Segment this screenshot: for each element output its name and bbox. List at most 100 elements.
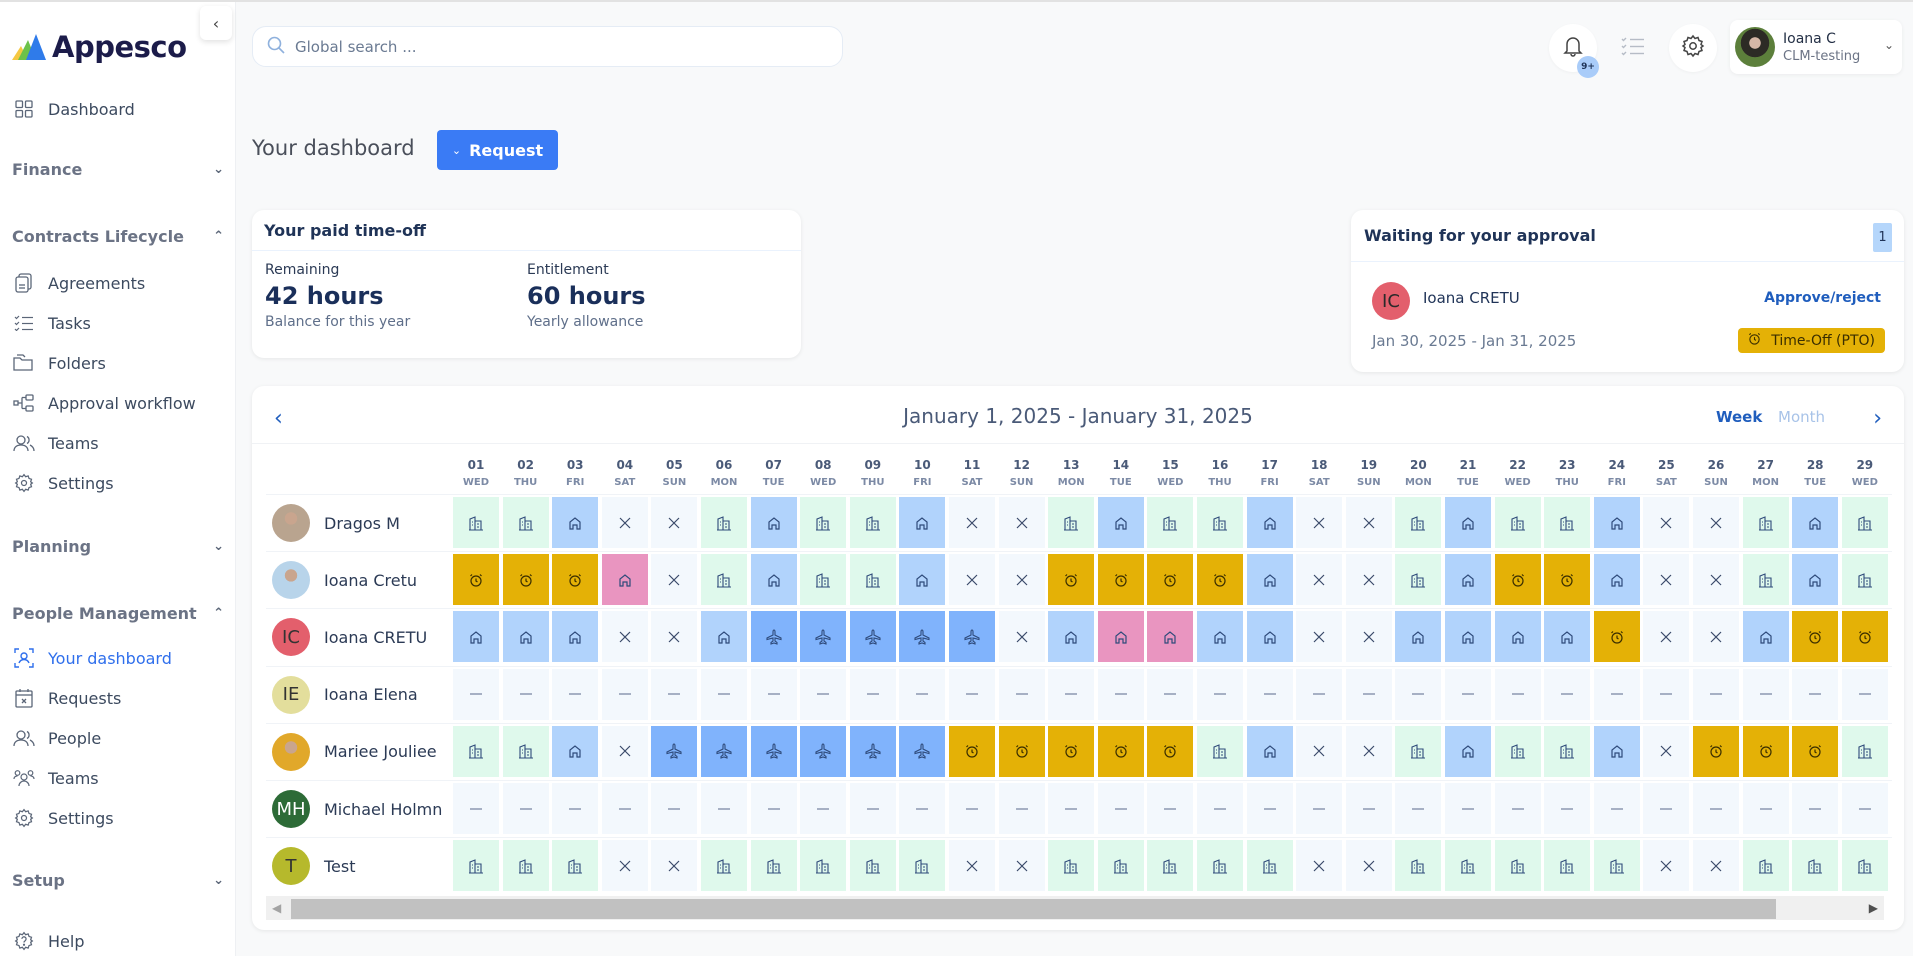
day-cell-none[interactable] — [1246, 783, 1293, 834]
day-cell-home[interactable] — [1395, 611, 1442, 663]
day-cell-office[interactable] — [701, 554, 747, 606]
day-cell-office[interactable] — [701, 497, 747, 548]
day-cell-none[interactable] — [1395, 668, 1442, 720]
day-cell-home[interactable] — [552, 611, 599, 663]
day-cell-office[interactable] — [1395, 497, 1442, 548]
day-cell-weekend[interactable] — [1345, 554, 1392, 606]
day-cell-office[interactable] — [1841, 554, 1888, 606]
day-cell-none[interactable] — [1792, 668, 1839, 720]
day-cell-none[interactable] — [502, 668, 549, 720]
day-cell-none[interactable] — [949, 668, 995, 720]
day-cell-none[interactable] — [1048, 668, 1095, 720]
day-cell-none[interactable] — [1197, 783, 1243, 834]
day-cell-pto[interactable] — [1048, 554, 1095, 606]
sidebar-item-settings-pm[interactable]: Settings — [12, 805, 114, 831]
day-cell-none[interactable] — [1643, 668, 1690, 720]
sidebar-item-teams[interactable]: Teams — [12, 430, 99, 456]
day-cell-weekend[interactable] — [949, 554, 995, 606]
day-cell-none[interactable] — [1345, 783, 1392, 834]
sidebar-item-your-dashboard[interactable]: Your dashboard — [12, 645, 172, 671]
day-cell-home[interactable] — [701, 611, 747, 663]
day-cell-office[interactable] — [1197, 725, 1243, 777]
day-cell-none[interactable] — [750, 668, 797, 720]
day-cell-pto[interactable] — [502, 554, 549, 606]
day-cell-travel[interactable] — [899, 725, 946, 777]
day-cell-weekend[interactable] — [949, 497, 995, 548]
day-cell-pto[interactable] — [1494, 554, 1541, 606]
day-cell-office[interactable] — [552, 840, 599, 892]
day-cell-office[interactable] — [800, 554, 847, 606]
day-cell-none[interactable] — [1693, 783, 1739, 834]
day-cell-home[interactable] — [1593, 725, 1640, 777]
day-cell-pto[interactable] — [949, 725, 995, 777]
next-period-button[interactable]: › — [1873, 406, 1882, 431]
day-cell-home[interactable] — [552, 497, 599, 548]
day-cell-pto[interactable] — [998, 725, 1045, 777]
day-cell-none[interactable] — [750, 783, 797, 834]
day-cell-none[interactable] — [651, 783, 698, 834]
day-cell-office[interactable] — [502, 725, 549, 777]
day-cell-office[interactable] — [1494, 497, 1541, 548]
day-cell-none[interactable] — [1693, 668, 1739, 720]
day-cell-office[interactable] — [1544, 497, 1591, 548]
person-row-header[interactable]: Mariee Jouliee — [272, 726, 437, 778]
day-cell-office[interactable] — [502, 840, 549, 892]
day-cell-none[interactable] — [1742, 783, 1789, 834]
day-cell-office[interactable] — [1097, 840, 1144, 892]
day-cell-none[interactable] — [1197, 668, 1243, 720]
day-cell-home[interactable] — [1246, 611, 1293, 663]
settings-button[interactable] — [1669, 24, 1717, 72]
day-cell-none[interactable] — [1246, 668, 1293, 720]
day-cell-office[interactable] — [849, 497, 896, 548]
day-cell-home[interactable] — [1593, 554, 1640, 606]
day-cell-office[interactable] — [1048, 840, 1095, 892]
day-cell-weekend[interactable] — [601, 725, 648, 777]
day-cell-weekend[interactable] — [1643, 497, 1690, 548]
day-cell-weekend[interactable] — [651, 497, 698, 548]
day-cell-none[interactable] — [1544, 783, 1591, 834]
day-cell-office[interactable] — [800, 840, 847, 892]
sidebar-section-setup[interactable]: Setup ⌄ — [12, 871, 224, 890]
day-cell-weekend[interactable] — [601, 611, 648, 663]
day-cell-weekend[interactable] — [1296, 611, 1343, 663]
day-cell-office[interactable] — [1395, 554, 1442, 606]
day-cell-none[interactable] — [1643, 783, 1690, 834]
day-cell-none[interactable] — [651, 668, 698, 720]
day-cell-home[interactable] — [1445, 554, 1491, 606]
day-cell-travel[interactable] — [750, 725, 797, 777]
day-cell-office[interactable] — [1792, 840, 1839, 892]
day-cell-office[interactable] — [1742, 554, 1789, 606]
day-cell-pto[interactable] — [1792, 611, 1839, 663]
sidebar-item-teams-pm[interactable]: Teams — [12, 765, 99, 791]
day-cell-weekend[interactable] — [1693, 497, 1739, 548]
day-cell-none[interactable] — [899, 668, 946, 720]
day-cell-none[interactable] — [1097, 783, 1144, 834]
day-cell-weekend[interactable] — [1643, 840, 1690, 892]
day-cell-weekend[interactable] — [1693, 554, 1739, 606]
day-cell-home[interactable] — [1445, 725, 1491, 777]
day-cell-none[interactable] — [701, 668, 747, 720]
day-cell-weekend[interactable] — [651, 840, 698, 892]
day-cell-home[interactable] — [1246, 497, 1293, 548]
day-cell-office[interactable] — [1593, 840, 1640, 892]
approve-reject-link[interactable]: Approve/reject — [1764, 290, 1881, 306]
day-cell-none[interactable] — [1841, 668, 1888, 720]
day-cell-pto[interactable] — [1841, 611, 1888, 663]
view-month-toggle[interactable]: Month — [1778, 408, 1825, 426]
day-cell-weekend[interactable] — [998, 840, 1045, 892]
scroll-right-arrow-icon[interactable]: ▶ — [1869, 901, 1878, 915]
day-cell-home[interactable] — [750, 497, 797, 548]
day-cell-weekend[interactable] — [998, 611, 1045, 663]
day-cell-none[interactable] — [849, 668, 896, 720]
person-row-header[interactable]: Ioana Cretu — [272, 554, 417, 606]
day-cell-none[interactable] — [1841, 783, 1888, 834]
day-cell-pto[interactable] — [1097, 725, 1144, 777]
day-cell-office[interactable] — [1742, 840, 1789, 892]
day-cell-none[interactable] — [899, 783, 946, 834]
day-cell-none[interactable] — [849, 783, 896, 834]
day-cell-office[interactable] — [1544, 840, 1591, 892]
day-cell-home[interactable] — [1246, 554, 1293, 606]
day-cell-office[interactable] — [453, 725, 499, 777]
day-cell-pto[interactable] — [1048, 725, 1095, 777]
day-cell-office[interactable] — [800, 497, 847, 548]
